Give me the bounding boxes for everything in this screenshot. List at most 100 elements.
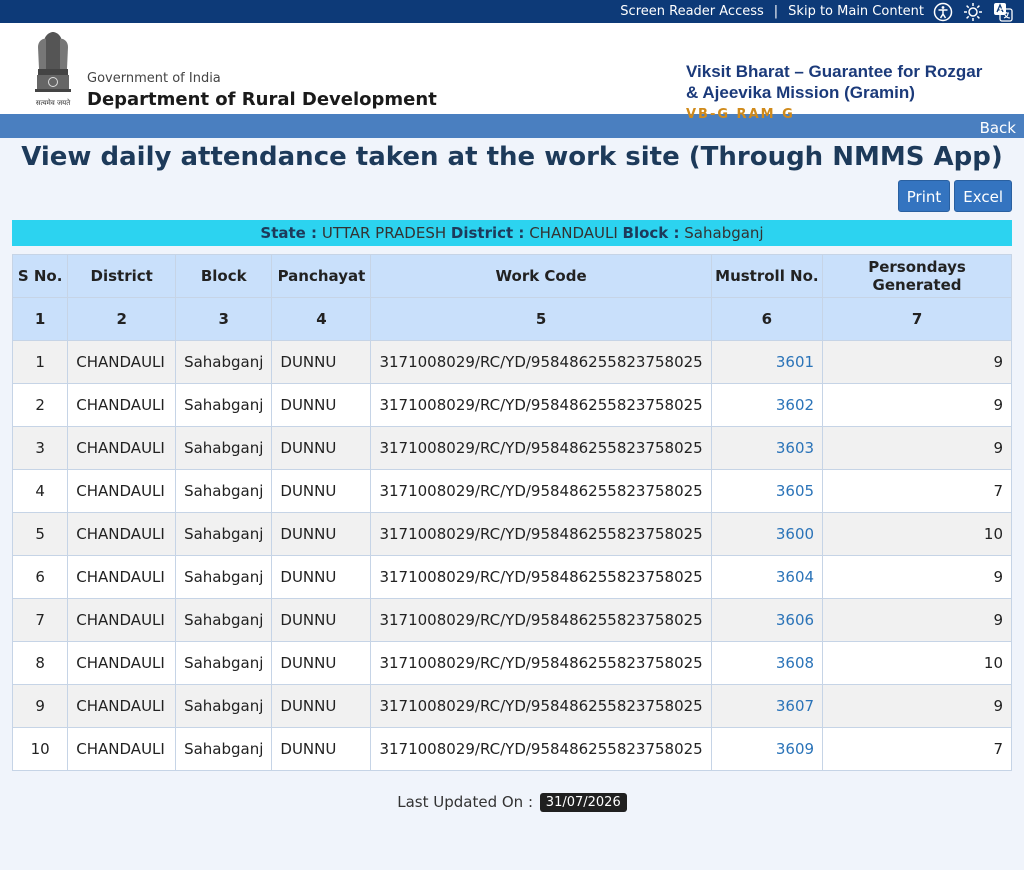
cell-persondays: 7 (822, 469, 1012, 513)
column-number: 7 (822, 297, 1012, 341)
cell-work-code: 3171008029/RC/YD/958486255823758025 (370, 684, 712, 728)
cell-work-code: 3171008029/RC/YD/958486255823758025 (370, 469, 712, 513)
cell-district: CHANDAULI (67, 684, 177, 728)
svg-text:सत्यमेव जयते: सत्यमेव जयते (36, 98, 71, 107)
column-number: 6 (710, 297, 824, 341)
cell-sno: 3 (11, 426, 69, 470)
cell-persondays: 9 (822, 684, 1012, 728)
attendance-table-wrapper: S No. District Block Panchayat Work Code… (11, 254, 1012, 771)
scheme-title-line2: & Ajeevika Mission (Gramin) (686, 83, 915, 102)
accessibility-icon[interactable] (932, 1, 954, 23)
cell-work-code: 3171008029/RC/YD/958486255823758025 (370, 727, 712, 771)
print-button[interactable]: Print (897, 180, 951, 212)
cell-panchayat: DUNNU (271, 555, 372, 599)
header-work-code: Work Code (370, 254, 712, 298)
header-sno: S No. (11, 254, 69, 298)
mustroll-link[interactable]: 3608 (710, 641, 824, 685)
cell-block: Sahabganj (175, 383, 273, 427)
mustroll-link[interactable]: 3604 (710, 555, 824, 599)
column-number: 1 (11, 297, 69, 341)
cell-persondays: 10 (822, 512, 1012, 556)
cell-sno: 6 (11, 555, 69, 599)
cell-district: CHANDAULI (67, 598, 177, 642)
cell-sno: 7 (11, 598, 69, 642)
scheme-logo: Viksit Bharat – Guarantee for Rozgar & A… (686, 61, 982, 122)
cell-persondays: 9 (822, 555, 1012, 599)
cell-district: CHANDAULI (67, 727, 177, 771)
header-district: District (67, 254, 177, 298)
mustroll-link[interactable]: 3600 (710, 512, 824, 556)
cell-persondays: 9 (822, 340, 1012, 384)
block-label: Block : (622, 224, 680, 242)
government-label: Government of India (87, 71, 221, 86)
last-updated-date: 31/07/2026 (539, 793, 627, 812)
column-number: 3 (175, 297, 273, 341)
table-column-number-row: 1 2 3 4 5 6 7 (11, 297, 1012, 341)
mustroll-link[interactable]: 3602 (710, 383, 824, 427)
language-icon[interactable] (992, 1, 1014, 23)
header-persondays: Persondays Generated (822, 254, 1012, 298)
scheme-title-line1: Viksit Bharat – Guarantee for Rozgar (686, 62, 983, 81)
cell-work-code: 3171008029/RC/YD/958486255823758025 (370, 641, 712, 685)
mustroll-link[interactable]: 3609 (710, 727, 824, 771)
table-body: 1 CHANDAULI Sahabganj DUNNU 3171008029/R… (11, 340, 1012, 771)
cell-panchayat: DUNNU (271, 340, 372, 384)
cell-district: CHANDAULI (67, 512, 177, 556)
cell-district: CHANDAULI (67, 469, 177, 513)
cell-sno: 2 (11, 383, 69, 427)
cell-panchayat: DUNNU (271, 641, 372, 685)
table-row: 3 CHANDAULI Sahabganj DUNNU 3171008029/R… (11, 426, 1012, 470)
cell-work-code: 3171008029/RC/YD/958486255823758025 (370, 598, 712, 642)
cell-block: Sahabganj (175, 684, 273, 728)
mustroll-link[interactable]: 3605 (710, 469, 824, 513)
cell-panchayat: DUNNU (271, 727, 372, 771)
mustroll-link[interactable]: 3606 (710, 598, 824, 642)
screen-reader-link[interactable]: Screen Reader Access (620, 4, 763, 19)
district-value: CHANDAULI (529, 224, 618, 242)
cell-persondays: 9 (822, 426, 1012, 470)
scheme-acronym: VB-G RAM G (686, 107, 795, 122)
cell-district: CHANDAULI (67, 426, 177, 470)
last-updated-label: Last Updated On : (397, 793, 534, 811)
cell-persondays: 9 (822, 383, 1012, 427)
cell-work-code: 3171008029/RC/YD/958486255823758025 (370, 383, 712, 427)
mustroll-link[interactable]: 3607 (710, 684, 824, 728)
location-info-bar: State : UTTAR PRADESH District : CHANDAU… (12, 220, 1012, 246)
table-row: 1 CHANDAULI Sahabganj DUNNU 3171008029/R… (11, 340, 1012, 384)
table-row: 5 CHANDAULI Sahabganj DUNNU 3171008029/R… (11, 512, 1012, 556)
last-updated: Last Updated On : 31/07/2026 (0, 793, 1024, 812)
table-row: 6 CHANDAULI Sahabganj DUNNU 3171008029/R… (11, 555, 1012, 599)
cell-block: Sahabganj (175, 598, 273, 642)
mustroll-link[interactable]: 3603 (710, 426, 824, 470)
state-label: State : (260, 224, 318, 242)
cell-block: Sahabganj (175, 469, 273, 513)
cell-panchayat: DUNNU (271, 426, 372, 470)
cell-district: CHANDAULI (67, 383, 177, 427)
cell-work-code: 3171008029/RC/YD/958486255823758025 (370, 340, 712, 384)
cell-persondays: 9 (822, 598, 1012, 642)
cell-block: Sahabganj (175, 512, 273, 556)
page-title: View daily attendance taken at the work … (21, 142, 1003, 172)
brightness-icon[interactable] (962, 1, 984, 23)
topbar-separator: | (773, 4, 779, 19)
table-row: 7 CHANDAULI Sahabganj DUNNU 3171008029/R… (11, 598, 1012, 642)
table-row: 10 CHANDAULI Sahabganj DUNNU 3171008029/… (11, 727, 1012, 771)
top-utility-bar: Screen Reader Access | Skip to Main Cont… (0, 0, 1024, 23)
mustroll-link[interactable]: 3601 (710, 340, 824, 384)
cell-district: CHANDAULI (67, 641, 177, 685)
column-number: 4 (271, 297, 372, 341)
skip-to-content-link[interactable]: Skip to Main Content (788, 4, 924, 19)
cell-persondays: 10 (822, 641, 1012, 685)
cell-district: CHANDAULI (67, 555, 177, 599)
cell-block: Sahabganj (175, 641, 273, 685)
attendance-table: S No. District Block Panchayat Work Code… (11, 254, 1012, 771)
national-emblem-logo: सत्यमेव जयते (30, 29, 76, 109)
cell-work-code: 3171008029/RC/YD/958486255823758025 (370, 555, 712, 599)
cell-sno: 1 (11, 340, 69, 384)
block-value: Sahabganj (684, 224, 764, 242)
cell-persondays: 7 (822, 727, 1012, 771)
back-link[interactable]: Back (980, 118, 1016, 138)
cell-block: Sahabganj (175, 340, 273, 384)
excel-button[interactable]: Excel (954, 180, 1012, 212)
cell-work-code: 3171008029/RC/YD/958486255823758025 (370, 512, 712, 556)
